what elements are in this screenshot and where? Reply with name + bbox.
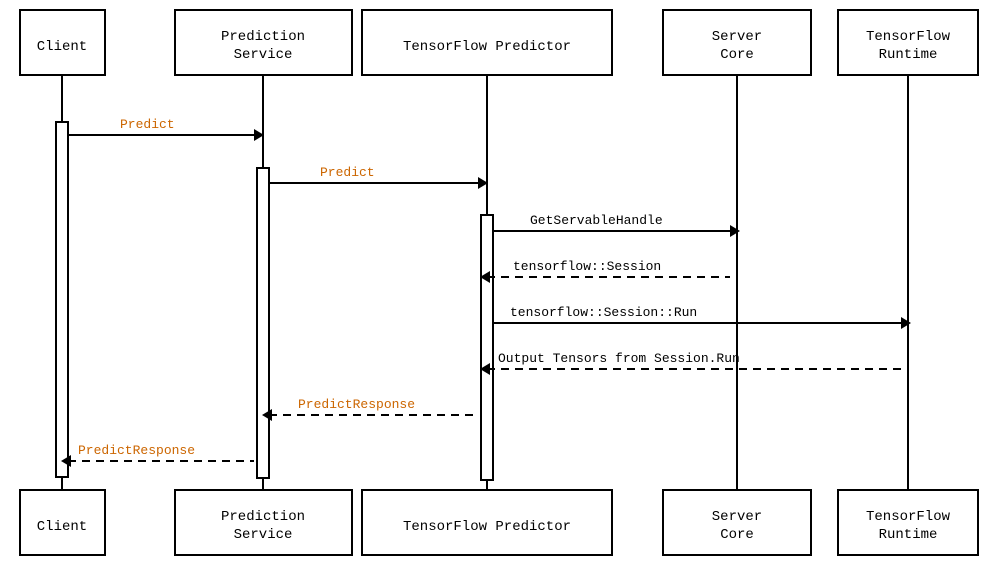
svg-text:TensorFlow Predictor: TensorFlow Predictor bbox=[403, 519, 571, 535]
svg-text:Runtime: Runtime bbox=[879, 47, 938, 63]
svg-text:Server: Server bbox=[712, 29, 762, 45]
svg-text:Server: Server bbox=[712, 509, 762, 525]
svg-text:PredictResponse: PredictResponse bbox=[78, 443, 195, 458]
svg-text:PredictResponse: PredictResponse bbox=[298, 397, 415, 412]
sequence-diagram: Client Prediction Service TensorFlow Pre… bbox=[0, 0, 984, 567]
svg-text:Runtime: Runtime bbox=[879, 527, 938, 543]
svg-text:Predict: Predict bbox=[320, 165, 375, 180]
svg-text:Output Tensors from Session.Ru: Output Tensors from Session.Run bbox=[498, 351, 740, 366]
svg-text:tensorflow::Session::Run: tensorflow::Session::Run bbox=[510, 305, 697, 320]
svg-text:Service: Service bbox=[234, 527, 293, 543]
svg-text:Client: Client bbox=[37, 39, 87, 55]
svg-text:GetServableHandle: GetServableHandle bbox=[530, 213, 663, 228]
svg-text:TensorFlow: TensorFlow bbox=[866, 29, 951, 45]
svg-text:Client: Client bbox=[37, 519, 87, 535]
svg-text:TensorFlow Predictor: TensorFlow Predictor bbox=[403, 39, 571, 55]
svg-text:tensorflow::Session: tensorflow::Session bbox=[513, 259, 661, 274]
svg-text:Service: Service bbox=[234, 47, 293, 63]
svg-text:TensorFlow: TensorFlow bbox=[866, 509, 951, 525]
svg-text:Prediction: Prediction bbox=[221, 29, 305, 45]
diagram-svg: Client Prediction Service TensorFlow Pre… bbox=[0, 0, 984, 567]
svg-text:Prediction: Prediction bbox=[221, 509, 305, 525]
svg-text:Predict: Predict bbox=[120, 117, 175, 132]
svg-text:Core: Core bbox=[720, 47, 754, 63]
svg-text:Core: Core bbox=[720, 527, 754, 543]
